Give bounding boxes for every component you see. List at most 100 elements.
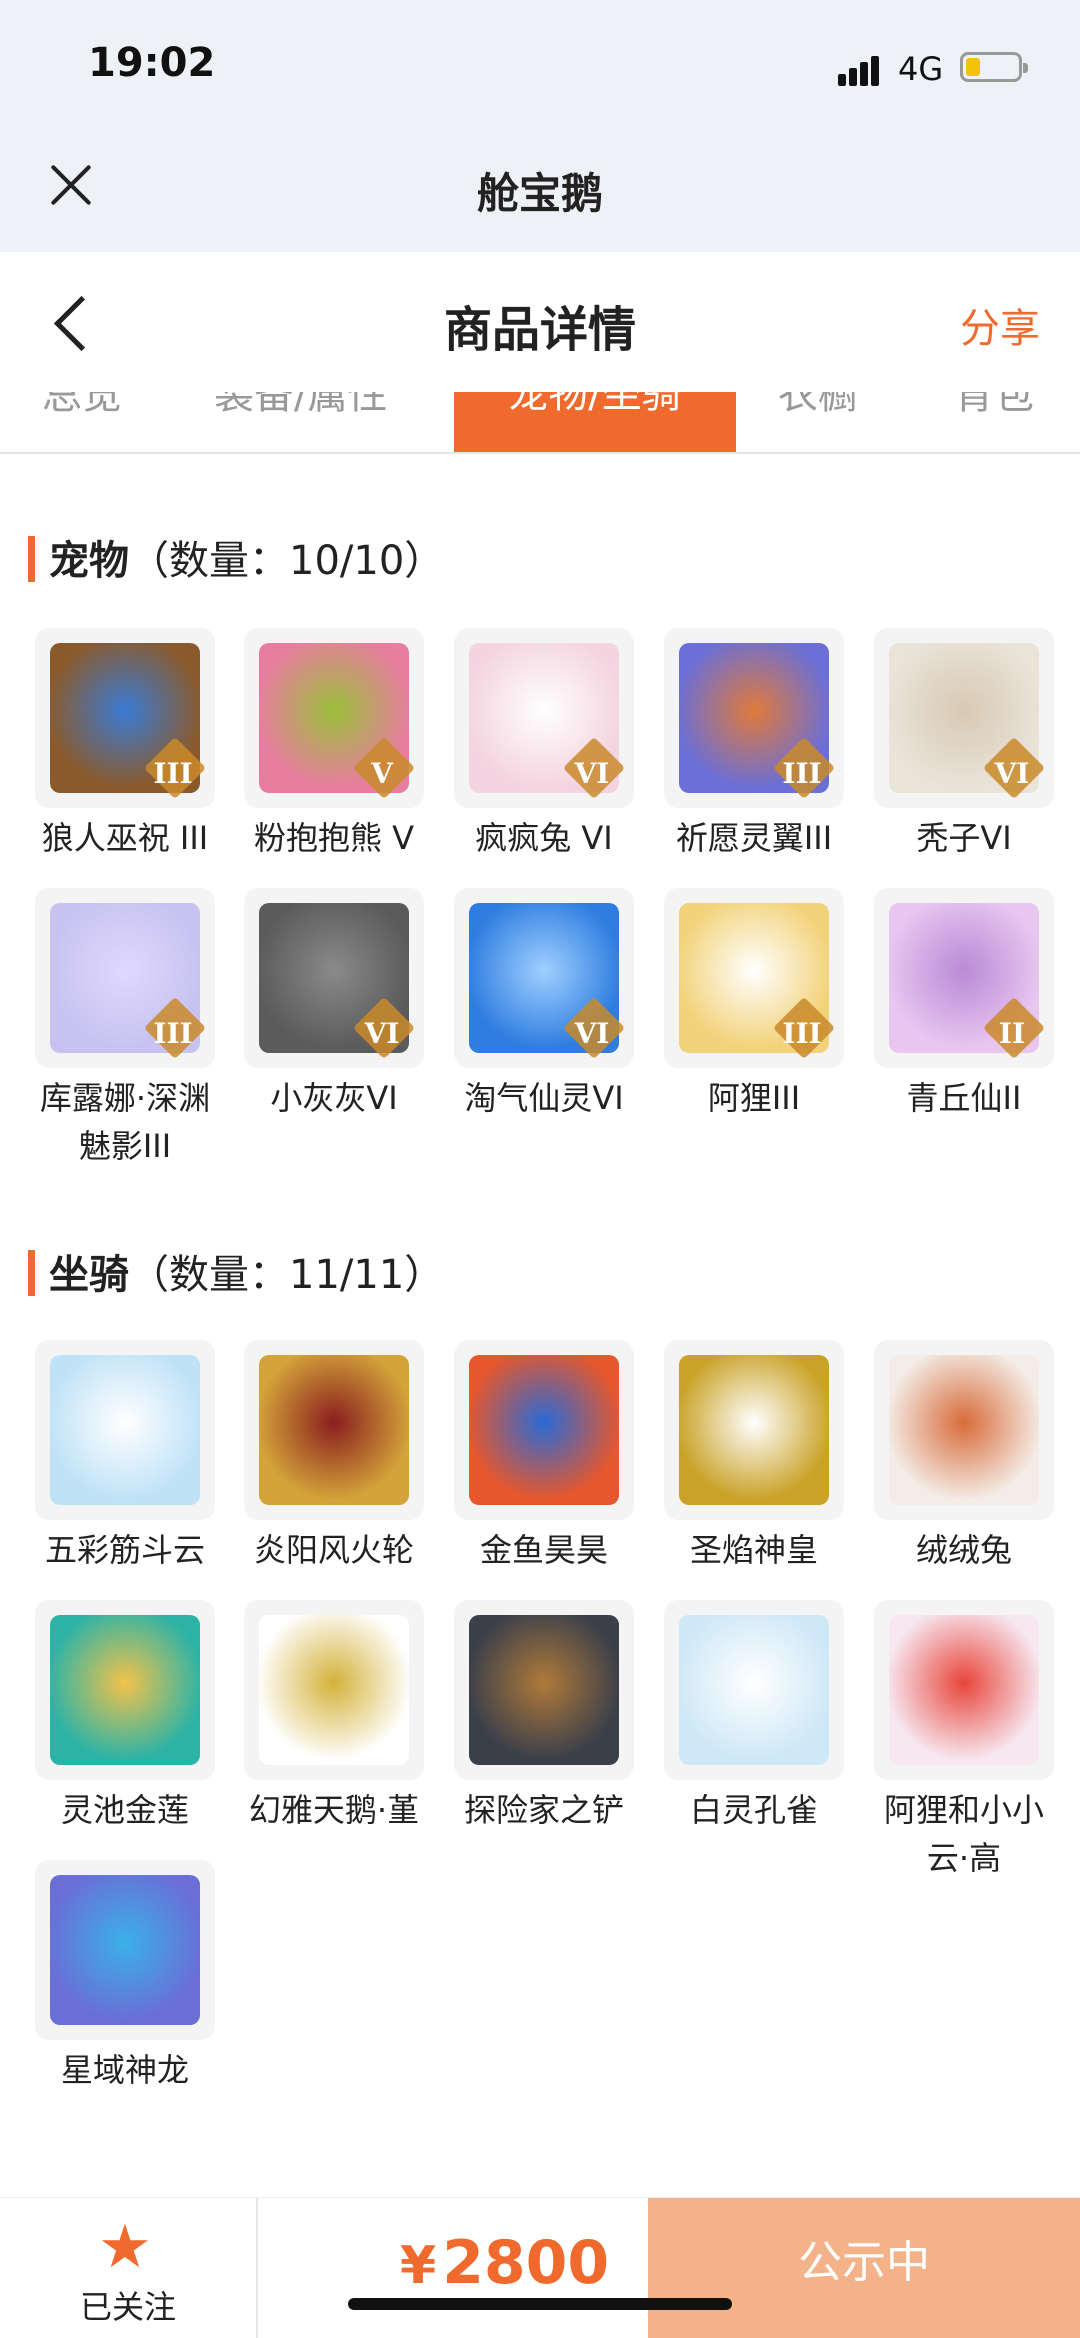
mounts-item[interactable]: 灵池金莲 (30, 1600, 220, 1834)
tab-bar: 总览 装备/属性 宠物/坐骑 衣橱 背包 (0, 392, 1080, 454)
mounts-thumbnail (244, 1340, 424, 1520)
tab-wardrobe[interactable]: 衣橱 (778, 392, 858, 420)
pets-name: 秃子VI (916, 819, 1012, 857)
pets-thumbnail: II (874, 888, 1054, 1068)
mounts-thumbnail (454, 1600, 634, 1780)
mounts-name: 圣焰神皇 (689, 1531, 818, 1569)
tab-overview[interactable]: 总览 (42, 392, 122, 420)
section-marker (28, 1250, 35, 1296)
grade-badge-text: VI (574, 1017, 610, 1050)
mounts-thumbnail (454, 1340, 634, 1520)
mounts-name: 探险家之铲 (463, 1791, 624, 1829)
network-type: 4G (898, 50, 944, 88)
pets-name: 阿狸III (707, 1079, 801, 1117)
pets-thumbnail: VI (244, 888, 424, 1068)
mounts-image (889, 1615, 1039, 1765)
pets-item[interactable]: VI 疯疯兔 VI (449, 628, 639, 862)
mounts-image (50, 1875, 200, 2025)
status-time: 19:02 (88, 40, 216, 86)
grade-badge-text: V (371, 757, 393, 790)
follow-label: 已关注 (79, 2288, 176, 2326)
mounts-name: 灵池金莲 (60, 1791, 189, 1829)
mounts-item[interactable]: 白灵孔雀 (659, 1600, 849, 1834)
mounts-image (889, 1355, 1039, 1505)
share-button[interactable]: 分享 (960, 296, 1040, 354)
price-value: 2800 (442, 2228, 610, 2298)
mounts-item[interactable]: 星域神龙 (30, 1860, 220, 2094)
battery-icon (960, 52, 1028, 82)
pets-name: 小灰灰VI (270, 1079, 398, 1117)
pets-thumbnail: III (35, 628, 215, 808)
tab-backpack[interactable]: 背包 (954, 392, 1034, 420)
mounts-name: 阿狸和小小云·高 (883, 1791, 1044, 1877)
mounts-item[interactable]: 金鱼昊昊 (449, 1340, 639, 1574)
pets-thumbnail: III (664, 888, 844, 1068)
pets-item[interactable]: III 祈愿灵翼III (659, 628, 849, 862)
pets-name: 粉抱抱熊 V (253, 819, 415, 857)
mounts-image (259, 1615, 409, 1765)
pets-section-title: 宠物（数量：10/10） (28, 528, 444, 586)
pets-thumbnail: VI (454, 628, 634, 808)
mounts-item[interactable]: 探险家之铲 (449, 1600, 639, 1834)
pets-name: 狼人巫祝 III (41, 819, 209, 857)
pets-name: 青丘仙II (906, 1079, 1022, 1117)
pets-item[interactable]: III 库露娜·深渊魅影III (30, 888, 220, 1170)
pets-item[interactable]: VI 小灰灰VI (239, 888, 429, 1122)
pets-count: （数量：10/10） (129, 538, 445, 584)
mounts-title: 坐骑 (49, 1252, 129, 1298)
mounts-item[interactable]: 圣焰神皇 (659, 1340, 849, 1574)
grade-badge-text: VI (574, 757, 610, 790)
pets-item[interactable]: II 青丘仙II (869, 888, 1059, 1122)
mounts-name: 幻雅天鹅·堇 (248, 1791, 420, 1829)
pets-item[interactable]: VI 秃子VI (869, 628, 1059, 862)
pets-thumbnail: VI (874, 628, 1054, 808)
follow-button[interactable]: ★ 已关注 (0, 2198, 258, 2338)
signal-icon (838, 56, 890, 86)
tab-pets-mounts[interactable]: 宠物/坐骑 (454, 392, 736, 452)
pets-item[interactable]: V 粉抱抱熊 V (239, 628, 429, 862)
pets-thumbnail: III (35, 888, 215, 1068)
mounts-thumbnail (874, 1340, 1054, 1520)
pets-name: 祈愿灵翼III (675, 819, 833, 857)
section-marker (28, 536, 35, 582)
mounts-item[interactable]: 阿狸和小小云·高 (869, 1600, 1059, 1882)
star-icon: ★ (98, 2212, 152, 2282)
grade-badge-text: III (153, 757, 193, 790)
pets-name: 淘气仙灵VI (464, 1079, 624, 1117)
tab-equipment[interactable]: 装备/属性 (214, 392, 387, 420)
mounts-name: 炎阳风火轮 (253, 1531, 414, 1569)
mounts-image (469, 1615, 619, 1765)
page-title: 商品详情 (443, 302, 636, 358)
mounts-thumbnail (244, 1600, 424, 1780)
mounts-image (679, 1615, 829, 1765)
pets-item[interactable]: III 狼人巫祝 III (30, 628, 220, 862)
grade-badge-text: II (998, 1017, 1026, 1050)
mounts-name: 绒绒兔 (915, 1531, 1012, 1569)
mounts-image (50, 1355, 200, 1505)
mounts-count: （数量：11/11） (129, 1252, 445, 1298)
mounts-name: 星域神龙 (60, 2051, 189, 2089)
page-header: 商品详情 分享 (0, 252, 1080, 392)
app-title: 舱宝鹅 (476, 169, 603, 218)
pets-item[interactable]: III 阿狸III (659, 888, 849, 1122)
pets-thumbnail: V (244, 628, 424, 808)
mounts-thumbnail (35, 1340, 215, 1520)
pets-name: 疯疯兔 VI (475, 819, 613, 857)
bottom-action-bar: ★ 已关注 ¥2800 公示中 (0, 2197, 1080, 2338)
grade-badge-text: VI (994, 757, 1030, 790)
mounts-image (50, 1615, 200, 1765)
mounts-item[interactable]: 绒绒兔 (869, 1340, 1059, 1574)
pets-thumbnail: VI (454, 888, 634, 1068)
mounts-thumbnail (664, 1340, 844, 1520)
publicity-status-button[interactable]: 公示中 (648, 2198, 1080, 2338)
home-indicator (348, 2298, 732, 2310)
mounts-name: 五彩筋斗云 (44, 1531, 205, 1569)
grade-badge-text: III (153, 1017, 193, 1050)
pets-item[interactable]: VI 淘气仙灵VI (449, 888, 639, 1122)
mounts-item[interactable]: 五彩筋斗云 (30, 1340, 220, 1574)
pets-thumbnail: III (664, 628, 844, 808)
mounts-item[interactable]: 炎阳风火轮 (239, 1340, 429, 1574)
grade-badge-text: VI (364, 1017, 400, 1050)
grade-badge-text: III (782, 757, 822, 790)
mounts-item[interactable]: 幻雅天鹅·堇 (239, 1600, 429, 1834)
